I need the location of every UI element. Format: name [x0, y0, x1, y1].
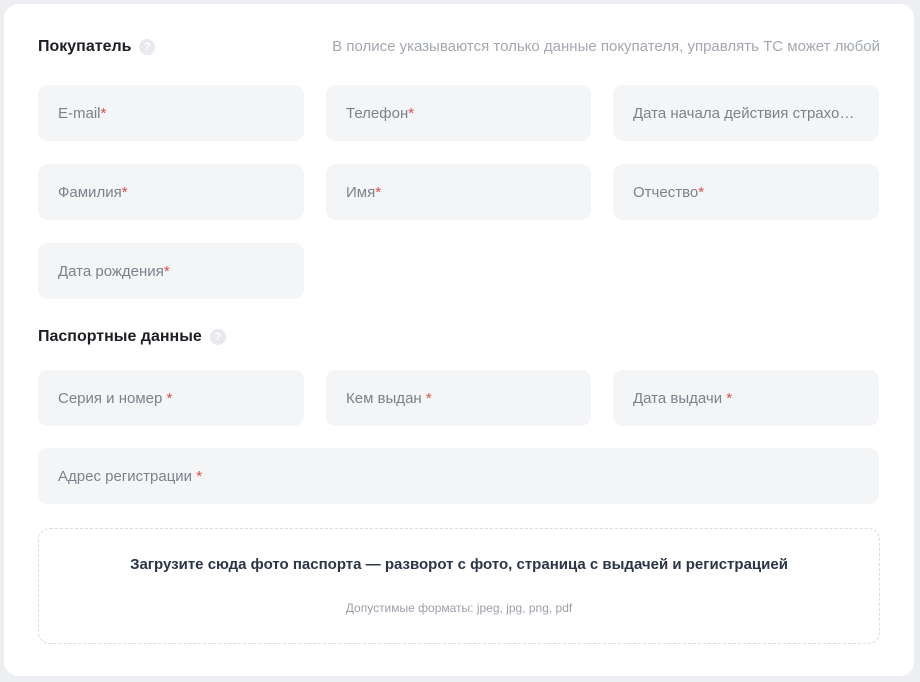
- help-icon[interactable]: ?: [209, 329, 226, 345]
- phone-field-label: Телефон: [346, 104, 409, 122]
- middle-name-label: Отчество: [633, 183, 699, 201]
- passport-section-header: Паспортные данные ?: [38, 324, 226, 350]
- birth-date-label: Дата рождения: [58, 262, 164, 280]
- required-mark: *: [196, 467, 203, 485]
- required-mark: *: [698, 183, 705, 201]
- birth-date-field[interactable]: Дата рождения*: [38, 243, 304, 299]
- form-card: Покупатель ? В полисе указываются только…: [4, 4, 914, 676]
- last-name-label: Фамилия: [58, 183, 122, 201]
- insurance-start-date-label: Дата начала действия страховки: [633, 104, 859, 122]
- passport-issued-by-label: Кем выдан: [346, 389, 426, 407]
- required-mark: *: [121, 183, 128, 201]
- insurance-start-date-field[interactable]: Дата начала действия страховки*: [613, 85, 879, 141]
- passport-issue-date-label: Дата выдачи: [633, 389, 727, 407]
- required-mark: *: [163, 262, 170, 280]
- required-mark: *: [100, 104, 107, 122]
- email-field[interactable]: E-mail*: [38, 85, 304, 141]
- required-mark: *: [375, 183, 382, 201]
- passport-issue-date-field[interactable]: Дата выдачи *: [613, 370, 879, 426]
- first-name-label: Имя: [346, 183, 376, 201]
- email-field-label: E-mail: [58, 104, 101, 122]
- middle-name-field[interactable]: Отчество*: [613, 164, 879, 220]
- passport-upload-dropzone[interactable]: Загрузите сюда фото паспорта — разворот …: [38, 528, 880, 644]
- upload-formats: Допустимые форматы: jpeg, jpg, png, pdf: [345, 601, 573, 615]
- required-mark: *: [408, 104, 415, 122]
- registration-address-label: Адрес регистрации: [58, 467, 197, 485]
- required-mark: *: [726, 389, 733, 407]
- buyer-section-title: Покупатель: [38, 38, 132, 55]
- passport-series-number-label: Серия и номер: [58, 389, 167, 407]
- registration-address-field[interactable]: Адрес регистрации *: [38, 448, 879, 504]
- help-icon[interactable]: ?: [139, 39, 156, 55]
- required-mark: *: [166, 389, 173, 407]
- upload-title: Загрузите сюда фото паспорта — разворот …: [130, 556, 788, 573]
- first-name-field[interactable]: Имя*: [326, 164, 591, 220]
- buyer-section-header: Покупатель ?: [38, 34, 156, 60]
- passport-issued-by-field[interactable]: Кем выдан *: [326, 370, 591, 426]
- buyer-hint: В полисе указываются только данные покуп…: [332, 38, 880, 55]
- required-mark: *: [425, 389, 432, 407]
- passport-section-title: Паспортные данные: [38, 328, 202, 345]
- passport-series-number-field[interactable]: Серия и номер *: [38, 370, 304, 426]
- last-name-field[interactable]: Фамилия*: [38, 164, 304, 220]
- phone-field[interactable]: Телефон*: [326, 85, 591, 141]
